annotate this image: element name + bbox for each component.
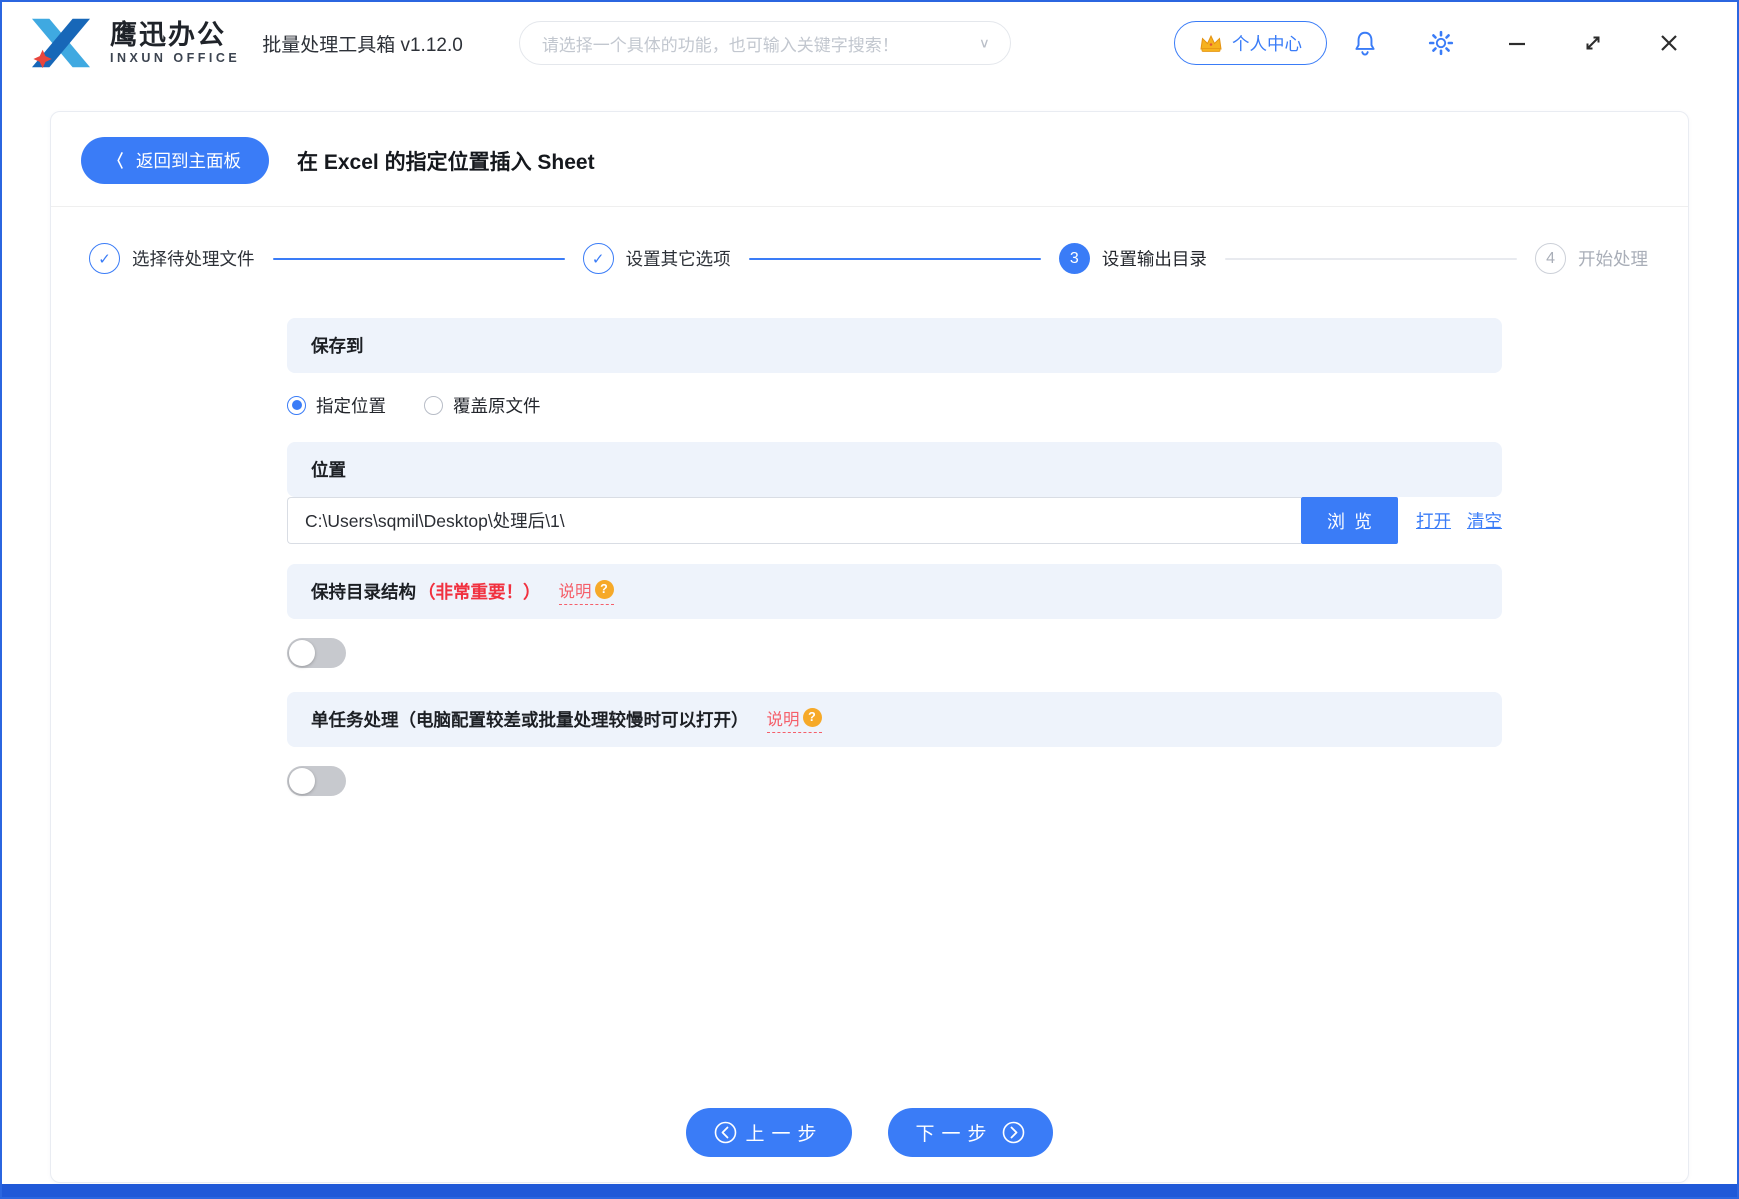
notifications-button[interactable] — [1327, 21, 1403, 65]
clear-path-link[interactable]: 清空 — [1467, 508, 1502, 533]
logo-icon — [31, 18, 91, 69]
step-connector-1 — [272, 257, 565, 260]
output-path-input[interactable] — [287, 497, 1301, 544]
step-3-circle: 3 — [1058, 243, 1090, 274]
next-step-label: 下一步 — [915, 1124, 994, 1145]
single-task-toggle[interactable] — [287, 766, 346, 796]
previous-step-label: 上一步 — [745, 1124, 824, 1145]
save-to-title: 保存到 — [311, 336, 364, 356]
help-link-label: 说明 — [558, 583, 592, 601]
app-window: { "header": { "brand": "鹰迅办公", "brand_su… — [0, 0, 1739, 1199]
arrow-right-circle-icon — [1002, 1121, 1024, 1144]
step-3-label: 设置输出目录 — [1101, 249, 1207, 269]
radio-overwrite-original[interactable]: 覆盖原文件 — [424, 393, 541, 418]
step-2-options: ✓ 设置其它选项 — [582, 243, 731, 274]
title-bar: 鹰迅办公 INXUN OFFICE 批量处理工具箱 v1.12.0 请选择一个具… — [2, 2, 1737, 84]
browse-button[interactable]: 浏览 — [1301, 497, 1398, 544]
app-title: 批量处理工具箱 v1.12.0 — [262, 34, 463, 56]
keep-structure-important-note: （非常重要！） — [418, 582, 541, 602]
back-button-label: 返回到主面板 — [136, 151, 242, 171]
step-4-circle: 4 — [1535, 243, 1567, 274]
keep-structure-toggle[interactable] — [287, 638, 346, 668]
toggle-knob — [289, 768, 315, 794]
path-link-actions: 打开 清空 — [1416, 508, 1502, 533]
close-icon — [1661, 35, 1677, 51]
radio-dot-icon — [287, 395, 306, 415]
step-connector-3 — [1224, 257, 1518, 260]
header-actions: 个人中心 — [1174, 21, 1707, 65]
question-mark-icon: ? — [594, 579, 614, 599]
panel-header: 〈 返回到主面板 在 Excel 的指定位置插入 Sheet — [51, 112, 1688, 207]
previous-step-button[interactable]: 上一步 — [686, 1108, 852, 1157]
close-button[interactable] — [1631, 21, 1707, 65]
save-to-section-header: 保存到 — [287, 318, 1502, 373]
radio-specified-location[interactable]: 指定位置 — [287, 393, 386, 418]
brand-subname: INXUN OFFICE — [110, 51, 241, 66]
question-mark-icon: ? — [802, 707, 822, 727]
chevron-down-icon: ∨ — [978, 35, 990, 52]
output-settings-form: 保存到 指定位置 覆盖原文件 位置 浏览 打开 清空 保持目录结构 — [287, 318, 1502, 796]
step-2-circle: ✓ — [582, 243, 614, 274]
step-1-select-files: ✓ 选择待处理文件 — [89, 243, 255, 274]
window-border-bottom — [2, 1184, 1737, 1197]
radio-specified-location-label: 指定位置 — [316, 395, 386, 416]
maximize-icon — [1586, 36, 1600, 50]
save-to-options: 指定位置 覆盖原文件 — [287, 386, 1502, 424]
keep-structure-toggle-row — [287, 638, 1502, 668]
step-connector-2 — [748, 257, 1041, 260]
minimize-button[interactable] — [1479, 21, 1555, 65]
single-task-title: 单任务处理（电脑配置较差或批量处理较慢时可以打开） — [311, 710, 749, 730]
logo-text: 鹰迅办公 INXUN OFFICE — [110, 19, 241, 66]
next-step-button[interactable]: 下一步 — [887, 1108, 1053, 1157]
step-4-label: 开始处理 — [1578, 249, 1649, 269]
radio-overwrite-original-label: 覆盖原文件 — [453, 395, 541, 416]
keep-structure-title: 保持目录结构 — [311, 582, 416, 602]
location-title: 位置 — [311, 460, 346, 480]
user-center-label: 个人中心 — [1232, 33, 1302, 54]
arrow-left-circle-icon — [715, 1121, 737, 1144]
check-icon: ✓ — [591, 250, 605, 268]
step-4-start: 4 开始处理 — [1535, 243, 1648, 274]
open-folder-link[interactable]: 打开 — [1416, 508, 1451, 533]
radio-dot-icon — [424, 395, 443, 415]
step-progress: ✓ 选择待处理文件 ✓ 设置其它选项 3 设置输出目录 4 开始处理 — [89, 243, 1648, 274]
wizard-nav-buttons: 上一步 下一步 — [51, 1108, 1688, 1157]
step-1-label: 选择待处理文件 — [132, 249, 255, 269]
keep-structure-section-header: 保持目录结构 （非常重要！） 说明 ? — [287, 564, 1502, 619]
step-3-output-dir: 3 设置输出目录 — [1058, 243, 1207, 274]
single-task-toggle-row — [287, 766, 1502, 796]
output-path-row: 浏览 打开 清空 — [287, 497, 1502, 544]
chevron-left-icon: 〈 — [109, 151, 124, 172]
settings-button[interactable] — [1403, 21, 1479, 65]
keep-structure-help-link[interactable]: 说明 ? — [558, 578, 614, 605]
function-search-select[interactable]: 请选择一个具体的功能，也可输入关键字搜索！ ∨ — [518, 21, 1011, 65]
user-center-button[interactable]: 个人中心 — [1174, 21, 1327, 65]
app-logo: 鹰迅办公 INXUN OFFICE — [22, 13, 240, 73]
main-panel: 〈 返回到主面板 在 Excel 的指定位置插入 Sheet ✓ 选择待处理文件… — [50, 111, 1689, 1183]
location-section-header: 位置 — [287, 442, 1502, 497]
check-icon: ✓ — [98, 250, 111, 268]
single-task-section-header: 单任务处理（电脑配置较差或批量处理较慢时可以打开） 说明 ? — [287, 692, 1502, 747]
crown-icon — [1200, 34, 1222, 52]
help-link-label: 说明 — [766, 711, 800, 729]
bell-icon — [1355, 31, 1375, 56]
search-placeholder: 请选择一个具体的功能，也可输入关键字搜索！ — [541, 35, 899, 55]
back-to-dashboard-button[interactable]: 〈 返回到主面板 — [81, 137, 270, 184]
single-task-help-link[interactable]: 说明 ? — [766, 706, 822, 733]
maximize-button[interactable] — [1555, 21, 1631, 65]
minimize-icon — [1509, 42, 1525, 46]
step-2-label: 设置其它选项 — [625, 249, 731, 269]
page-title: 在 Excel 的指定位置插入 Sheet — [297, 150, 595, 174]
step-1-circle: ✓ — [89, 243, 120, 274]
gear-icon — [1428, 30, 1454, 56]
brand-name: 鹰迅办公 — [110, 19, 226, 50]
toggle-knob — [289, 640, 315, 666]
